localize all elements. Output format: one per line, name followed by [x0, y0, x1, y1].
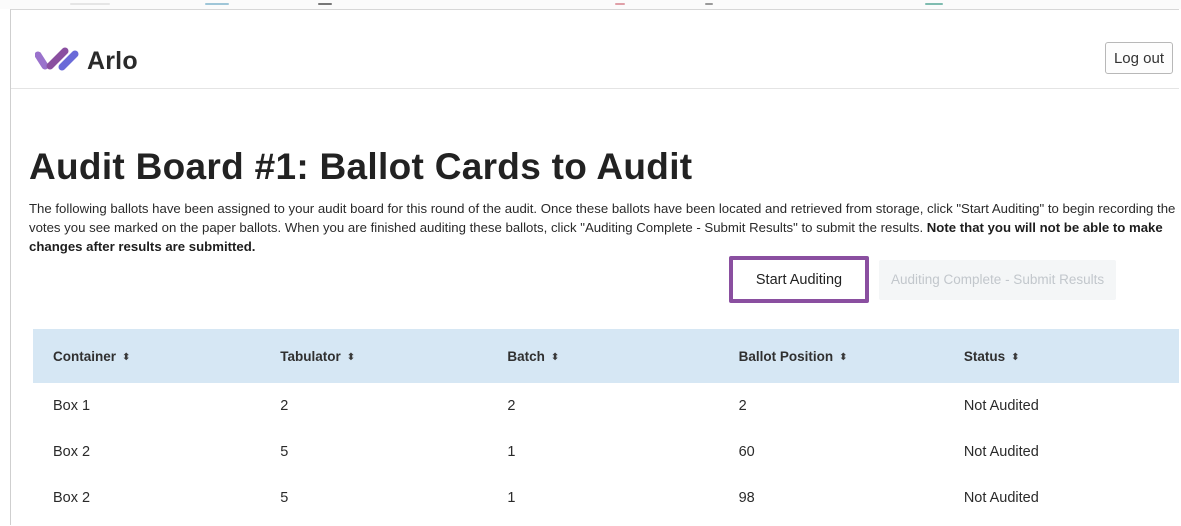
- ballot-table: Container ⬍ Tabulator ⬍ Batch ⬍ Ballot Posi…: [33, 329, 1179, 521]
- cell-ballot-position: 60: [738, 444, 755, 460]
- cell-status: Not Audited: [963, 398, 1039, 414]
- cell-batch: 1: [507, 490, 516, 506]
- cell-ballot-position: 98: [738, 490, 755, 506]
- column-header-status[interactable]: Status ⬍: [944, 349, 1179, 364]
- table-row[interactable]: Box 1 2 2 2 Not Audited: [33, 383, 1179, 429]
- column-header-ballot-position[interactable]: Ballot Position ⬍: [719, 349, 944, 364]
- action-bar: Start Auditing Auditing Complete - Submi…: [729, 256, 1117, 303]
- cell-tabulator: 2: [280, 398, 289, 414]
- column-header-container[interactable]: Container ⬍: [33, 349, 260, 364]
- page-title: Audit Board #1: Ballot Cards to Audit: [29, 146, 693, 187]
- app-window: Arlo Log out Audit Board #1: Ballot Card…: [10, 9, 1179, 525]
- app-header: Arlo Log out: [11, 10, 1179, 89]
- cell-container: Box 2: [53, 490, 91, 506]
- cell-container: Box 1: [53, 398, 91, 414]
- cell-tabulator: 5: [280, 490, 289, 506]
- intro-paragraph: The following ballots have been assigned…: [29, 199, 1177, 256]
- sort-updown-icon: ⬍: [1011, 351, 1020, 363]
- browser-top-strip: [0, 0, 1181, 9]
- app-logo[interactable]: Arlo: [34, 46, 138, 77]
- cell-status: Not Audited: [963, 444, 1039, 460]
- sort-updown-icon: ⬍: [839, 351, 848, 363]
- cell-ballot-position: 2: [738, 398, 747, 414]
- table-header-row: Container ⬍ Tabulator ⬍ Batch ⬍ Ballot Posi…: [33, 329, 1179, 383]
- cell-container: Box 2: [53, 444, 91, 460]
- cell-tabulator: 5: [280, 444, 289, 460]
- app-name: Arlo: [87, 47, 138, 75]
- table-row[interactable]: Box 2 5 1 60 Not Audited: [33, 429, 1179, 475]
- column-header-batch[interactable]: Batch ⬍: [487, 349, 718, 364]
- sort-updown-icon: ⬍: [122, 351, 131, 363]
- sort-updown-icon: ⬍: [346, 351, 356, 363]
- arlo-logo-icon: [34, 46, 81, 77]
- cell-status: Not Audited: [963, 490, 1039, 506]
- sort-updown-icon: ⬍: [550, 351, 560, 363]
- logout-button[interactable]: Log out: [1104, 42, 1173, 74]
- cell-batch: 2: [507, 398, 516, 414]
- start-auditing-button[interactable]: Start Auditing: [729, 256, 869, 303]
- table-row[interactable]: Box 2 5 1 98 Not Audited: [33, 475, 1179, 521]
- submit-results-button[interactable]: Auditing Complete - Submit Results: [879, 259, 1117, 300]
- cell-batch: 1: [507, 444, 516, 460]
- column-header-tabulator[interactable]: Tabulator ⬍: [260, 349, 487, 364]
